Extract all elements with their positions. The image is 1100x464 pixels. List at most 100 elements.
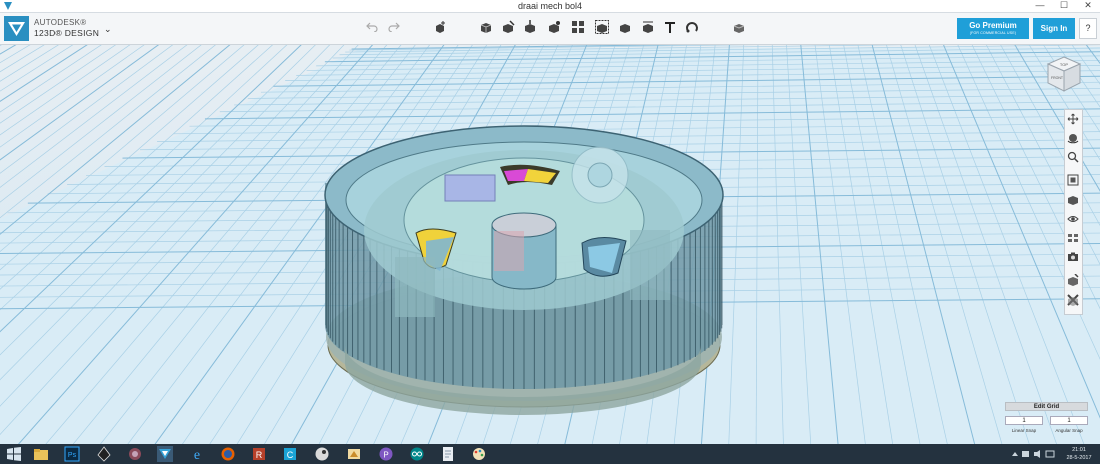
angular-snap-label: Angular Snap bbox=[1055, 428, 1083, 433]
primitives-icon bbox=[480, 23, 492, 33]
view-mode-button[interactable] bbox=[1067, 194, 1081, 208]
zoom-icon bbox=[1067, 151, 1079, 163]
grouping-icon bbox=[595, 20, 609, 34]
123d-logo-icon[interactable] bbox=[4, 16, 29, 41]
close-button[interactable]: ✕ bbox=[1078, 0, 1098, 12]
screenshot-button[interactable] bbox=[1067, 251, 1081, 265]
linear-snap-input[interactable]: 1 bbox=[1005, 416, 1043, 425]
svg-text:e: e bbox=[194, 448, 200, 462]
123d-design-icon[interactable] bbox=[157, 446, 173, 462]
svg-text:R: R bbox=[256, 450, 263, 460]
firefox-icon[interactable] bbox=[220, 446, 236, 462]
start-icon[interactable] bbox=[6, 446, 22, 462]
sketch-icon bbox=[503, 20, 515, 33]
edit-grid-panel: Edit Grid 1 1 Linear Snap Angular Snap bbox=[1005, 402, 1088, 438]
paint-icon[interactable] bbox=[471, 446, 487, 462]
redo-icon bbox=[388, 22, 400, 32]
modify-icon bbox=[549, 21, 560, 33]
measure-button[interactable] bbox=[640, 19, 656, 35]
combine-button[interactable] bbox=[617, 19, 633, 35]
tray-battery-icon bbox=[1045, 450, 1055, 458]
pattern-button[interactable] bbox=[570, 19, 586, 35]
system-tray bbox=[1012, 450, 1055, 458]
fit-icon bbox=[1067, 174, 1079, 186]
text-icon bbox=[665, 22, 675, 33]
brand-product: 123D® DESIGN bbox=[34, 28, 100, 38]
purple-app-icon[interactable]: P bbox=[378, 446, 394, 462]
views-button[interactable] bbox=[1067, 232, 1081, 246]
workspace-grid[interactable] bbox=[0, 45, 1100, 444]
grouping-button[interactable] bbox=[594, 19, 610, 35]
screenshot-icon bbox=[1068, 252, 1078, 261]
construct-icon bbox=[525, 20, 535, 33]
sign-in-button[interactable]: Sign In bbox=[1033, 18, 1075, 39]
steam-icon[interactable] bbox=[314, 446, 330, 462]
pattern-icon bbox=[572, 21, 584, 33]
sketch-button[interactable] bbox=[500, 19, 516, 35]
text-button[interactable] bbox=[662, 19, 678, 35]
pan-button[interactable] bbox=[1067, 113, 1081, 127]
linear-snap-label: Linear Snap bbox=[1011, 428, 1037, 433]
svg-text:C: C bbox=[287, 450, 294, 460]
view-cube[interactable]: TOP FRONT bbox=[1046, 55, 1082, 93]
go-premium-sublabel: (FOR COMMERCIAL USE) bbox=[969, 31, 1017, 35]
tray-volume-icon bbox=[1034, 450, 1040, 458]
minimize-button[interactable]: — bbox=[1030, 0, 1050, 12]
construct-button[interactable] bbox=[522, 19, 538, 35]
primitives-button[interactable] bbox=[478, 19, 494, 35]
title-bar: draai mech bol4 — ☐ ✕ bbox=[0, 0, 1100, 13]
edit-grid-button[interactable]: Edit Grid bbox=[1005, 402, 1088, 411]
visibility-button[interactable] bbox=[1067, 213, 1081, 227]
angular-snap-input[interactable]: 1 bbox=[1050, 416, 1088, 425]
view-mode-icon bbox=[1068, 196, 1078, 205]
help-button[interactable]: ? bbox=[1079, 18, 1097, 39]
go-premium-button[interactable]: Go Premium (FOR COMMERCIAL USE) bbox=[957, 18, 1029, 39]
undo-icon bbox=[366, 22, 378, 32]
3d-viewport[interactable]: TOP FRONT Edit Grid 1 1 Linear Snap Angu… bbox=[0, 45, 1100, 444]
settings-button[interactable] bbox=[1067, 294, 1081, 308]
visibility-icon bbox=[1067, 216, 1079, 222]
material-button[interactable] bbox=[731, 19, 747, 35]
taskbar-clock[interactable]: 21:01 28-5-2017 bbox=[1061, 446, 1097, 462]
go-premium-label: Go Premium bbox=[969, 21, 1017, 30]
materials-outlines-icon bbox=[1068, 274, 1079, 286]
svg-text:Ps: Ps bbox=[68, 452, 77, 459]
combine-icon bbox=[620, 24, 630, 33]
material-icon bbox=[733, 24, 745, 33]
app-menu-chevron-icon[interactable]: ⌄ bbox=[104, 24, 112, 35]
app-r-icon[interactable]: R bbox=[251, 446, 267, 462]
ccleaner-icon[interactable]: C bbox=[282, 446, 298, 462]
materials-outlines-button[interactable] bbox=[1067, 274, 1081, 288]
file-explorer-icon[interactable] bbox=[33, 446, 49, 462]
inkscape-icon[interactable] bbox=[96, 446, 112, 462]
tray-network-icon bbox=[1022, 451, 1029, 457]
transform-icon bbox=[436, 21, 445, 33]
maximize-button[interactable]: ☐ bbox=[1054, 0, 1074, 12]
modify-button[interactable] bbox=[546, 19, 562, 35]
window-title: draai mech bol4 bbox=[517, 1, 583, 11]
app-icon[interactable] bbox=[127, 446, 143, 462]
main-toolbar: AUTODESK® 123D® DESIGN ⌄ Go Premium (FOR… bbox=[0, 13, 1100, 45]
arduino-icon[interactable] bbox=[409, 446, 425, 462]
orbit-icon bbox=[1067, 134, 1079, 144]
snap-icon bbox=[686, 22, 698, 33]
internet-explorer-icon[interactable]: e bbox=[189, 446, 205, 462]
undo-button[interactable] bbox=[364, 19, 380, 35]
fit-button[interactable] bbox=[1067, 174, 1081, 188]
pan-icon bbox=[1067, 113, 1079, 125]
zoom-button[interactable] bbox=[1067, 151, 1081, 165]
viewcube-top-label: TOP bbox=[1060, 62, 1068, 67]
document-icon[interactable] bbox=[440, 446, 456, 462]
orbit-button[interactable] bbox=[1067, 132, 1081, 146]
clock-time: 21:01 bbox=[1072, 447, 1086, 453]
snap-button[interactable] bbox=[684, 19, 700, 35]
tray-arrow-icon bbox=[1012, 452, 1018, 456]
viewcube-front-label: FRONT bbox=[1051, 76, 1064, 80]
app-icon-2[interactable] bbox=[346, 446, 362, 462]
transform-button[interactable] bbox=[432, 19, 448, 35]
measure-icon bbox=[643, 21, 653, 33]
redo-button[interactable] bbox=[386, 19, 402, 35]
navigation-toolbar bbox=[1064, 109, 1083, 315]
photoshop-icon[interactable]: Ps bbox=[64, 446, 80, 462]
views-icon bbox=[1068, 234, 1078, 242]
